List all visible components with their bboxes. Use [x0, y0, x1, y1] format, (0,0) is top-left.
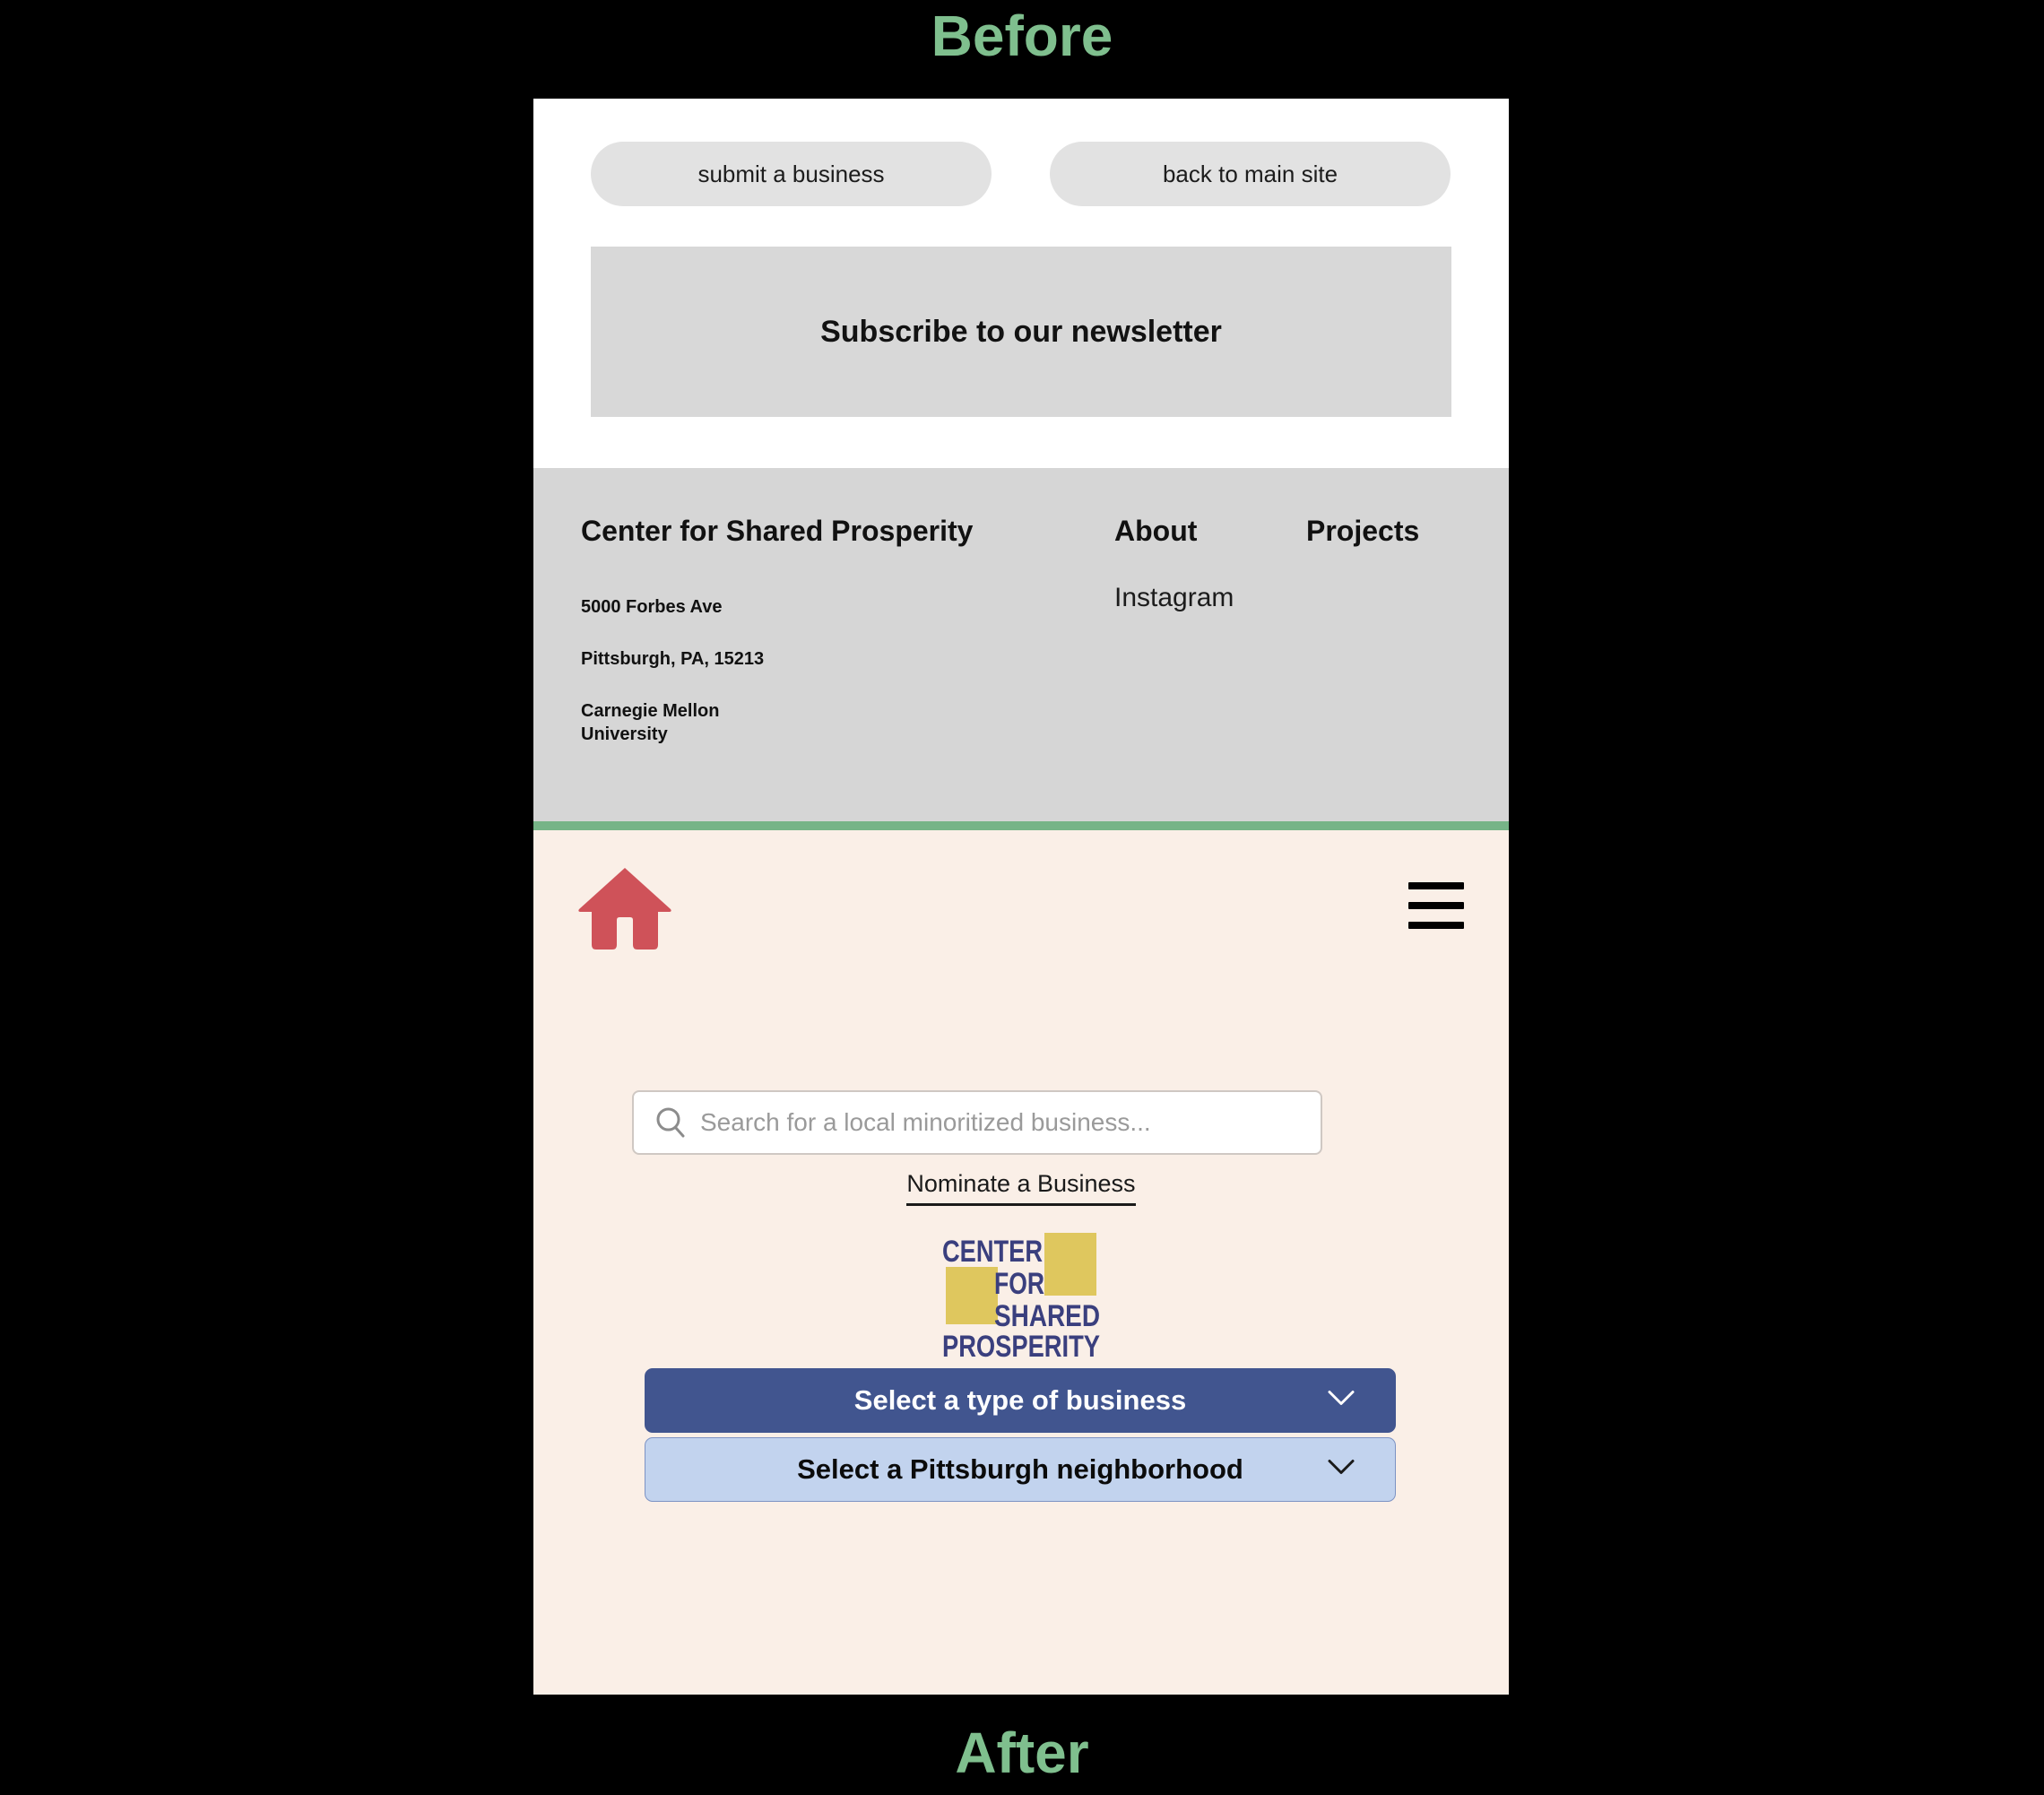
select-type-of-business-dropdown[interactable]: Select a type of business — [645, 1368, 1396, 1433]
footer-brand-name: Center for Shared Prosperity — [581, 515, 974, 547]
submit-a-business-button[interactable]: submit a business — [591, 142, 992, 206]
search-bar[interactable] — [632, 1090, 1322, 1155]
section-divider — [533, 821, 1509, 830]
phone-mockup: submit a business back to main site Subs… — [533, 99, 1509, 1695]
svg-text:SHARED: SHARED — [994, 1299, 1100, 1333]
home-icon[interactable] — [576, 866, 674, 951]
after-cream-section: Nominate a Business CENTER FOR SHARED PR… — [533, 830, 1509, 1695]
csp-logo: CENTER FOR SHARED PROSPERITY — [533, 1227, 1509, 1360]
svg-text:CENTER: CENTER — [942, 1235, 1043, 1269]
footer-nav-projects-column: Projects — [1306, 515, 1419, 548]
select-neighborhood-dropdown[interactable]: Select a Pittsburgh neighborhood — [645, 1437, 1396, 1502]
select-neighborhood-label: Select a Pittsburgh neighborhood — [797, 1453, 1243, 1485]
footer-address-line-3: Carnegie Mellon University — [581, 701, 720, 744]
svg-text:FOR: FOR — [994, 1267, 1044, 1301]
top-button-row: submit a business back to main site — [533, 142, 1509, 206]
hamburger-menu-icon[interactable] — [1408, 882, 1464, 929]
chevron-down-icon — [1327, 1390, 1355, 1412]
footer-link-instagram[interactable]: Instagram — [1114, 583, 1234, 613]
newsletter-heading: Subscribe to our newsletter — [820, 314, 1222, 349]
nominate-a-business-wrapper: Nominate a Business — [533, 1170, 1509, 1206]
chevron-down-icon — [1327, 1459, 1355, 1481]
search-input[interactable] — [698, 1107, 1276, 1138]
before-white-section: submit a business back to main site Subs… — [533, 99, 1509, 468]
hamburger-bar-2 — [1408, 902, 1464, 909]
back-to-main-site-button[interactable]: back to main site — [1050, 142, 1451, 206]
after-label: After — [955, 1721, 1089, 1785]
before-label: Before — [931, 4, 1113, 68]
select-type-of-business-label: Select a type of business — [853, 1384, 1187, 1416]
footer-address-line-1: 5000 Forbes Ave — [581, 597, 723, 617]
svg-text:PROSPERITY: PROSPERITY — [942, 1330, 1100, 1360]
footer-link-projects[interactable]: Projects — [1306, 515, 1419, 548]
newsletter-subscribe-block[interactable]: Subscribe to our newsletter — [591, 247, 1451, 417]
footer-address-line-2: Pittsburgh, PA, 15213 — [581, 649, 765, 669]
nominate-a-business-link[interactable]: Nominate a Business — [906, 1170, 1136, 1206]
footer-nav-about-column: About — [1114, 515, 1197, 548]
site-footer: Center for Shared Prosperity 5000 Forbes… — [533, 468, 1509, 821]
hamburger-bar-3 — [1408, 922, 1464, 929]
footer-link-about[interactable]: About — [1114, 515, 1197, 548]
footer-address: 5000 Forbes Ave Pittsburgh, PA, 15213 Ca… — [581, 595, 957, 746]
hamburger-bar-1 — [1408, 882, 1464, 889]
search-icon — [656, 1107, 685, 1138]
